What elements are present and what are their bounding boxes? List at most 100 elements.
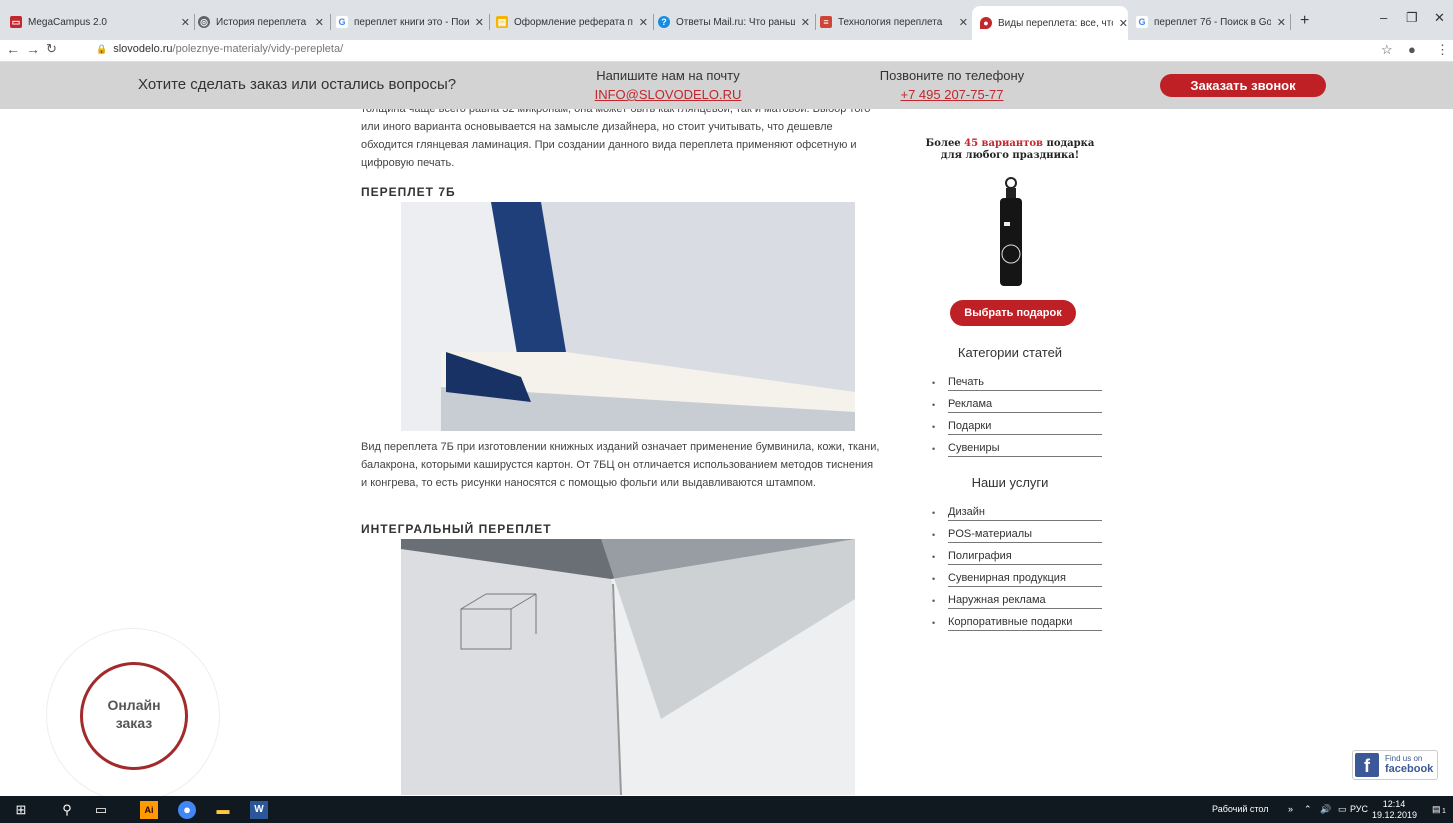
categories-title: Категории статей: [957, 345, 1063, 360]
phone-label: Позвоните по телефону: [879, 68, 1025, 83]
service-link[interactable]: Наружная реклама: [948, 594, 1102, 609]
services-list: • Дизайн • POS-материалы • Полиграфия • Суве…: [932, 502, 1102, 634]
tab-title: Оформление реферата по: [514, 16, 633, 28]
category-item[interactable]: • Подарки: [932, 416, 1102, 438]
category-link[interactable]: Реклама: [948, 398, 1102, 413]
mail-label: Напишите нам на почту: [596, 68, 740, 83]
article-paragraph: толщина чаще всего равна 32 микронам, он…: [361, 103, 871, 169]
chrome-icon[interactable]: ●: [178, 801, 196, 819]
category-item[interactable]: • Реклама: [932, 394, 1102, 416]
service-link[interactable]: POS-материалы: [948, 528, 1102, 543]
facebook-line2: facebook: [1385, 763, 1434, 775]
category-link[interactable]: Подарки: [948, 420, 1102, 435]
service-item[interactable]: • Сувенирная продукция: [932, 568, 1102, 590]
bullet-icon: •: [932, 422, 936, 432]
promo-highlight: 45 вариантов: [964, 138, 1044, 149]
megacampus-icon: ▭: [10, 16, 22, 28]
file-explorer-icon[interactable]: ▬: [214, 801, 232, 819]
contact-question: Хотите сделать заказ или остались вопрос…: [138, 76, 457, 93]
task-view-icon[interactable]: ▭: [92, 801, 110, 819]
reload-icon[interactable]: ↻: [46, 41, 57, 57]
close-icon[interactable]: ✕: [1277, 16, 1286, 29]
tab-title: переплет книги это - Поис: [354, 16, 469, 28]
clock[interactable]: 12:14 19.12.2019: [1372, 799, 1417, 821]
back-icon[interactable]: ←: [6, 41, 20, 57]
desktop-label[interactable]: Рабочий стол: [1212, 804, 1269, 814]
minimize-icon[interactable]: –: [1380, 10, 1387, 25]
integral-binding-image: [401, 539, 855, 795]
close-icon[interactable]: ✕: [801, 16, 810, 29]
service-link[interactable]: Корпоративные подарки: [948, 616, 1102, 631]
menu-icon[interactable]: ⋮: [1436, 42, 1449, 58]
browser-tab[interactable]: G переплет 7б - Поиск в Goo ✕: [1136, 9, 1286, 35]
url-field[interactable]: 🔒 slovodelo.ru/poleznye-materialy/vidy-pe…: [96, 43, 343, 55]
url-host: slovodelo.ru: [113, 43, 173, 55]
network-icon[interactable]: ▭: [1338, 804, 1347, 815]
search-icon[interactable]: ⚲: [58, 801, 76, 819]
bullet-icon: •: [932, 508, 936, 518]
close-icon[interactable]: ✕: [181, 16, 190, 29]
close-icon[interactable]: ✕: [639, 16, 648, 29]
facebook-icon: f: [1355, 753, 1379, 777]
notification-count: 1: [1442, 808, 1446, 815]
browser-tab[interactable]: ? Ответы Mail.ru: Что раньш ✕: [658, 9, 810, 35]
tab-separator: [1290, 14, 1291, 30]
word-icon[interactable]: W: [250, 801, 268, 819]
phone-link[interactable]: +7 495 207-75-77: [860, 87, 1044, 102]
service-link[interactable]: Дизайн: [948, 506, 1102, 521]
browser-tab[interactable]: G переплет книги это - Поис ✕: [336, 9, 484, 35]
window-close-icon[interactable]: ✕: [1434, 10, 1445, 26]
service-item[interactable]: • Дизайн: [932, 502, 1102, 524]
restore-icon[interactable]: ❐: [1406, 10, 1418, 26]
docs-icon: ▤: [496, 16, 508, 28]
bullet-icon: •: [932, 378, 936, 388]
volume-icon[interactable]: 🔊: [1320, 804, 1331, 815]
category-item[interactable]: • Печать: [932, 372, 1102, 394]
order-call-button[interactable]: Заказать звонок: [1160, 74, 1326, 97]
bullet-icon: •: [932, 574, 936, 584]
windows-start-icon[interactable]: ⊞: [12, 801, 30, 819]
notification-icon[interactable]: ▤: [1432, 804, 1441, 815]
clock-time: 12:14: [1382, 799, 1406, 809]
service-link[interactable]: Сувенирная продукция: [948, 572, 1102, 587]
close-icon[interactable]: ✕: [1119, 17, 1128, 30]
mailru-icon: ?: [658, 16, 670, 28]
bookmark-star-icon[interactable]: ☆: [1381, 42, 1393, 58]
forward-icon[interactable]: →: [26, 41, 40, 57]
online-order-button[interactable]: Онлайн заказ: [80, 662, 188, 770]
service-item[interactable]: • Полиграфия: [932, 546, 1102, 568]
mail-link[interactable]: INFO@SLOVODELO.RU: [566, 87, 770, 102]
tab-title: Виды переплета: все, что: [998, 17, 1113, 29]
new-tab-icon[interactable]: +: [1300, 12, 1309, 30]
profile-icon[interactable]: ●: [1408, 42, 1416, 57]
tab-separator: [653, 14, 654, 30]
browser-tab-strip: ▭ MegaCampus 2.0 ✕ ◎ История переплета ✕…: [0, 0, 1453, 40]
phone-block: Позвоните по телефону +7 495 207-75-77: [860, 68, 1044, 102]
close-icon[interactable]: ✕: [475, 16, 484, 29]
bullet-icon: •: [932, 444, 936, 454]
service-item[interactable]: • Корпоративные подарки: [932, 612, 1102, 634]
browser-tab[interactable]: ◎ История переплета ✕: [198, 9, 324, 35]
close-icon[interactable]: ✕: [315, 16, 324, 29]
category-link[interactable]: Сувениры: [948, 442, 1102, 457]
service-item[interactable]: • Наружная реклама: [932, 590, 1102, 612]
service-item[interactable]: • POS-материалы: [932, 524, 1102, 546]
online-order-line1: Онлайн: [107, 697, 161, 713]
chevron-icon[interactable]: »: [1288, 804, 1293, 814]
browser-tab[interactable]: ▤ Оформление реферата по ✕: [496, 9, 648, 35]
illustrator-icon[interactable]: Ai: [140, 801, 158, 819]
browser-tab[interactable]: ▭ MegaCampus 2.0 ✕: [10, 9, 190, 35]
choose-gift-button[interactable]: Выбрать подарок: [950, 300, 1076, 326]
service-link[interactable]: Полиграфия: [948, 550, 1102, 565]
category-item[interactable]: • Сувениры: [932, 438, 1102, 460]
close-icon[interactable]: ✕: [959, 16, 968, 29]
browser-tab-active[interactable]: ● Виды переплета: все, что ✕: [972, 6, 1128, 40]
mail-block: Напишите нам на почту INFO@SLOVODELO.RU: [566, 68, 770, 102]
facebook-badge[interactable]: f Find us on facebook: [1352, 750, 1438, 780]
category-link[interactable]: Печать: [948, 376, 1102, 391]
browser-tab[interactable]: ≡ Технология переплета ✕: [820, 9, 968, 35]
language-indicator[interactable]: РУС: [1350, 804, 1368, 814]
article-paragraph: Вид переплета 7Б при изготовлении книжны…: [361, 441, 880, 489]
tray-up-icon[interactable]: ⌃: [1304, 804, 1312, 815]
facebook-line1: Find us on: [1385, 754, 1423, 763]
